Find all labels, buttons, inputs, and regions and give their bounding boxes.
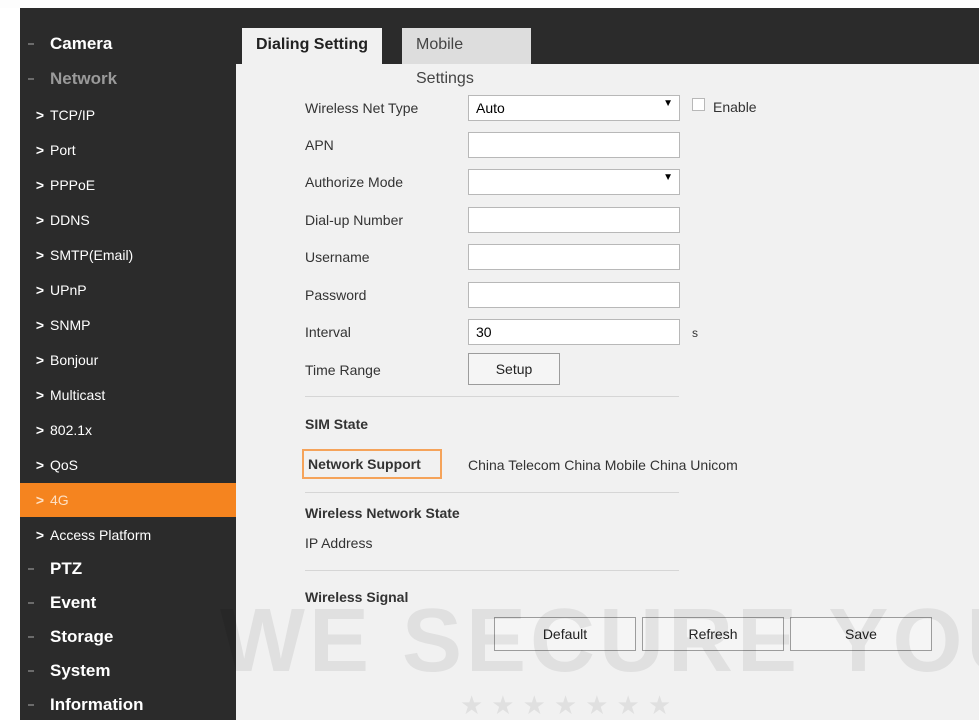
- tab-dialing-setting[interactable]: Dialing Setting: [242, 28, 382, 64]
- main-panel: Dialing Setting Mobile Settings Wireless…: [236, 8, 979, 720]
- sidebar-item-information[interactable]: Information: [50, 695, 144, 715]
- refresh-button[interactable]: Refresh: [642, 617, 784, 651]
- sidebar-item-storage[interactable]: Storage: [50, 627, 113, 647]
- bullet-icon: [28, 78, 34, 80]
- sidebar-item-ddns[interactable]: > DDNS: [20, 203, 236, 237]
- bullet-icon: [28, 670, 34, 672]
- sidebar-item-8021x[interactable]: >802.1x: [20, 413, 236, 447]
- select-value: Auto: [476, 100, 505, 116]
- sidebar-item-label: SNMP: [50, 317, 91, 333]
- divider: [305, 570, 679, 571]
- chevron-right-icon: >: [35, 282, 44, 298]
- sidebar-item-network[interactable]: Network: [50, 69, 117, 89]
- sidebar-item-event[interactable]: Event: [50, 593, 96, 613]
- sidebar-item-qos[interactable]: > QoS: [20, 448, 236, 482]
- sidebar-item-multicast[interactable]: > Multicast: [20, 378, 236, 412]
- tab-bar: Dialing Setting Mobile Settings: [236, 8, 979, 87]
- divider: [305, 396, 679, 397]
- bullet-icon: [28, 602, 34, 604]
- dialup-number-label: Dial-up Number: [305, 212, 404, 228]
- sidebar-item-system[interactable]: System: [50, 661, 110, 681]
- password-input[interactable]: [468, 282, 680, 308]
- divider: [305, 492, 679, 493]
- apn-label: APN: [305, 137, 334, 153]
- sidebar-item-label: Access Platform: [50, 527, 152, 543]
- wireless-net-type-select[interactable]: Auto ▼: [468, 95, 680, 121]
- chevron-right-icon: >: [35, 317, 44, 333]
- sidebar: Camera Network > TCP/IP > Port > PPPoE > DDN…: [20, 8, 236, 720]
- top-strip: [0, 0, 979, 8]
- sidebar-item-label: Bonjour: [50, 352, 99, 368]
- sidebar-item-label: QoS: [50, 457, 79, 473]
- interval-input[interactable]: 30: [468, 319, 680, 345]
- sidebar-item-4g[interactable]: >4G: [20, 483, 236, 517]
- username-label: Username: [305, 249, 370, 265]
- password-label: Password: [305, 287, 367, 303]
- bullet-icon: [28, 636, 34, 638]
- sidebar-item-port[interactable]: > Port: [20, 133, 236, 167]
- interval-unit: s: [692, 326, 698, 340]
- watermark-stars: ★★★★★★★: [460, 690, 680, 720]
- sidebar-item-ptz[interactable]: PTZ: [50, 559, 82, 579]
- default-button[interactable]: Default: [494, 617, 636, 651]
- dropdown-arrow-icon: ▼: [663, 172, 673, 183]
- enable-label: Enable: [713, 99, 757, 115]
- setup-button[interactable]: Setup: [468, 353, 560, 385]
- chevron-right-icon: >: [35, 492, 44, 508]
- chevron-right-icon: >: [35, 422, 44, 438]
- sidebar-item-access-platform[interactable]: > Access Platform: [20, 518, 236, 552]
- sidebar-item-label: TCP/IP: [50, 107, 96, 123]
- bullet-icon: [28, 43, 34, 45]
- sidebar-item-label: PPPoE: [50, 177, 96, 193]
- sidebar-item-label: UPnP: [50, 282, 87, 298]
- wireless-net-type-label: Wireless Net Type: [305, 100, 419, 116]
- chevron-right-icon: >: [35, 387, 44, 403]
- bullet-icon: [28, 704, 34, 706]
- sidebar-item-label: DDNS: [50, 212, 90, 228]
- interval-label: Interval: [305, 324, 351, 340]
- authorize-mode-select[interactable]: ▼: [468, 169, 680, 195]
- chevron-right-icon: >: [35, 527, 44, 543]
- chevron-right-icon: >: [35, 212, 44, 228]
- sidebar-item-label: Port: [50, 142, 76, 158]
- bullet-icon: [28, 568, 34, 570]
- chevron-right-icon: >: [35, 457, 44, 473]
- chevron-right-icon: >: [35, 142, 44, 158]
- enable-checkbox[interactable]: [692, 98, 705, 111]
- username-input[interactable]: [468, 244, 680, 270]
- sidebar-item-label: 4G: [50, 492, 69, 508]
- chevron-right-icon: >: [35, 177, 44, 193]
- sidebar-item-bonjour[interactable]: > Bonjour: [20, 343, 236, 377]
- save-button[interactable]: Save: [790, 617, 932, 651]
- sidebar-item-label: 802.1x: [50, 422, 93, 438]
- network-support-value: China Telecom China Mobile China Unicom: [468, 457, 738, 473]
- sidebar-item-upnp[interactable]: > UPnP: [20, 273, 236, 307]
- sidebar-item-smtp[interactable]: > SMTP(Email): [20, 238, 236, 272]
- sidebar-item-pppoe[interactable]: > PPPoE: [20, 168, 236, 202]
- interval-value: 30: [476, 324, 492, 340]
- sidebar-item-label: SMTP(Email): [50, 247, 134, 263]
- dropdown-arrow-icon: ▼: [663, 98, 673, 109]
- chevron-right-icon: >: [35, 352, 44, 368]
- chevron-right-icon: >: [35, 107, 44, 123]
- network-support-label: Network Support: [302, 449, 442, 479]
- wireless-signal-heading: Wireless Signal: [305, 589, 409, 605]
- apn-input[interactable]: [468, 132, 680, 158]
- chevron-right-icon: >: [35, 247, 44, 263]
- sidebar-item-camera[interactable]: Camera: [50, 34, 112, 54]
- tab-mobile-settings[interactable]: Mobile Settings: [402, 28, 531, 87]
- sidebar-item-label: Multicast: [50, 387, 106, 403]
- wireless-network-state-heading: Wireless Network State: [305, 505, 460, 521]
- sidebar-item-tcpip[interactable]: > TCP/IP: [20, 98, 236, 132]
- sidebar-item-snmp[interactable]: > SNMP: [20, 308, 236, 342]
- dialup-number-input[interactable]: [468, 207, 680, 233]
- authorize-mode-label: Authorize Mode: [305, 174, 404, 190]
- sim-state-heading: SIM State: [305, 416, 369, 432]
- time-range-label: Time Range: [305, 362, 381, 378]
- ip-address-label: IP Address: [305, 535, 373, 551]
